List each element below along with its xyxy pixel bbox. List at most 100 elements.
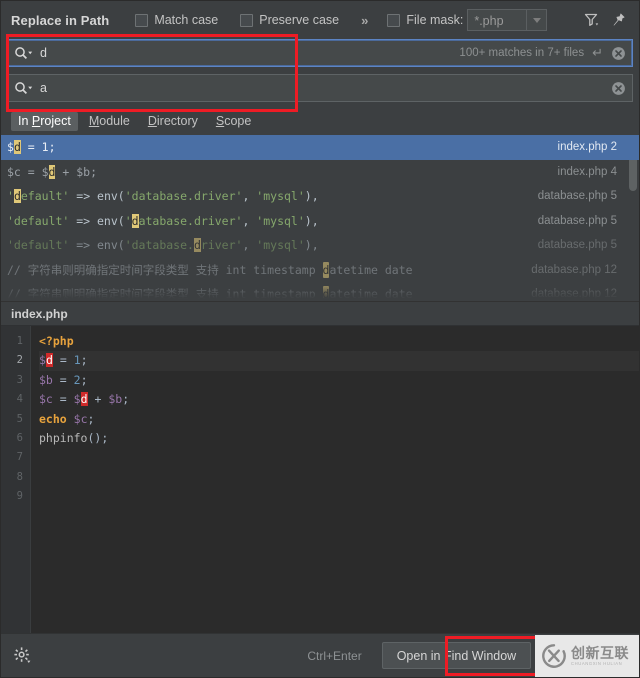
preserve-case-label: Preserve case — [259, 13, 340, 27]
line-number: 3 — [16, 373, 23, 386]
code-token: atetime date — [329, 262, 413, 277]
line-number: 5 — [16, 412, 23, 425]
code-line[interactable]: $c = $d + $b; — [39, 390, 639, 409]
code-line[interactable]: echo $c; — [39, 410, 639, 429]
table-row[interactable]: $c = $d + $b; index.php 4 — [1, 160, 639, 185]
search-input-value[interactable]: d — [36, 46, 47, 60]
file-mask-label: File mask: — [406, 13, 464, 27]
preserve-case-checkbox[interactable]: Preserve case — [240, 13, 339, 27]
replace-field-right — [611, 81, 626, 96]
code-token: 1 — [73, 353, 81, 368]
table-row[interactable]: 'default' => env('database.driver', 'mys… — [1, 209, 639, 234]
code-preview[interactable]: 123456789 <?php $d = 1; $b = 2; $c = $d + $… — [1, 326, 639, 633]
dialog-footer: Ctrl+Enter Open in Find Window Replace A… — [1, 633, 639, 677]
scope-tab-scope[interactable]: Scope — [209, 112, 258, 131]
scope-tab-in-project[interactable]: In Project — [11, 111, 78, 131]
match-case-checkbox-box[interactable] — [135, 13, 149, 27]
code-line[interactable]: <?php — [39, 332, 639, 351]
code-token: = — [59, 392, 67, 407]
table-row[interactable]: 'default' => env('database.driver', 'mys… — [1, 233, 639, 258]
code-token: ' — [7, 189, 14, 204]
search-field[interactable]: d 100+ matches in 7+ files ↵ — [7, 39, 633, 67]
code-token: (); — [87, 430, 109, 445]
code-token: <?php — [39, 334, 74, 348]
code-line[interactable]: $d = 1; — [39, 351, 639, 371]
preview-file-name: index.php — [11, 306, 68, 321]
result-code-snippet: 'default' => env('database.driver', 'mys… — [7, 238, 319, 253]
preview-file-header: index.php — [1, 302, 639, 326]
scope-tabs: In Project Module Directory Scope — [1, 109, 639, 135]
line-number: 4 — [16, 393, 23, 406]
code-token: $b — [39, 372, 53, 387]
code-token: , — [242, 189, 257, 204]
file-mask-combobox[interactable]: *.php — [467, 9, 548, 31]
code-token: $c — [39, 392, 53, 407]
result-file-location: index.php 4 — [557, 165, 617, 178]
code-line[interactable] — [39, 448, 639, 467]
code-token: 2 — [73, 372, 81, 387]
code-area[interactable]: <?php $d = 1; $b = 2; $c = $d + $b; echo $c;… — [31, 326, 639, 633]
file-mask-checkbox[interactable]: File mask: — [387, 13, 463, 27]
dialog-header: Replace in Path Match case Preserve case… — [1, 1, 639, 39]
code-token: // 字符串则明确指定时间字段类型 支持 int timestamp — [7, 262, 323, 277]
code-token: // 字符串则明确指定时间字段类型 支持 int timestamp — [7, 287, 323, 302]
code-token: $ — [39, 353, 46, 368]
settings-gear-icon[interactable] — [11, 645, 33, 667]
watermark-text: 创新互联 CHUANGXIN HULIAN — [571, 646, 629, 666]
match-highlight: d — [13, 189, 21, 204]
table-row[interactable]: 'default' => env('database.driver', 'mys… — [1, 184, 639, 209]
match-highlight: d — [131, 213, 139, 228]
file-mask-checkbox-box[interactable] — [387, 13, 401, 27]
table-row[interactable]: // 字符串则明确指定时间字段类型 支持 int timestamp datet… — [1, 258, 639, 283]
code-token: , — [242, 238, 257, 253]
code-token: $ — [73, 392, 81, 407]
preserve-case-checkbox-box[interactable] — [240, 13, 254, 27]
page-title: Replace in Path — [11, 12, 110, 28]
code-token: 'mysql' — [256, 189, 305, 204]
pin-icon[interactable] — [605, 7, 631, 33]
code-token: 'default' — [7, 213, 70, 228]
result-code-snippet: 'default' => env('database.driver', 'mys… — [7, 189, 319, 204]
filter-icon[interactable] — [579, 7, 605, 33]
line-number: 6 — [16, 432, 23, 445]
code-token: ' — [124, 213, 132, 228]
code-line[interactable] — [39, 487, 639, 506]
code-token: 'mysql' — [256, 238, 305, 253]
replace-search-icon[interactable] — [14, 79, 36, 97]
open-in-find-window-button[interactable]: Open in Find Window — [381, 642, 532, 669]
code-token: => env( — [69, 189, 125, 204]
more-options-chevrons-icon[interactable]: » — [361, 13, 368, 28]
line-number-gutter: 1 2 3 4 5 6 7 8 9 — [1, 326, 31, 633]
clear-search-icon[interactable] — [611, 46, 626, 61]
table-row[interactable]: $d = 1; index.php 2 — [1, 135, 639, 160]
scope-tab-module[interactable]: Module — [82, 112, 137, 131]
clear-replace-icon[interactable] — [611, 81, 626, 96]
code-token: $c — [73, 411, 88, 426]
match-case-checkbox[interactable]: Match case — [135, 13, 218, 27]
search-icon[interactable] — [14, 44, 36, 62]
replace-field[interactable]: a — [7, 74, 633, 102]
result-code-snippet: // 字符串则明确指定时间字段类型 支持 int timestamp datet… — [7, 286, 413, 302]
code-token: => env( — [69, 238, 125, 253]
chevron-down-icon[interactable] — [526, 10, 546, 30]
match-highlight: d — [193, 238, 201, 253]
result-file-location: index.php 2 — [557, 141, 617, 154]
search-results-list[interactable]: $d = 1; index.php 2 $c = $d + $b; index.php… — [1, 135, 639, 302]
line-number: 7 — [16, 451, 23, 464]
code-line[interactable]: phpinfo(); — [39, 429, 639, 448]
replace-highlight: d — [80, 392, 88, 407]
code-line[interactable] — [39, 468, 639, 487]
result-code-snippet: 'default' => env('database.driver', 'mys… — [7, 213, 319, 228]
code-token: ), — [304, 213, 319, 228]
code-token: 'database.driver' — [124, 189, 243, 204]
replace-input-value[interactable]: a — [36, 81, 47, 95]
code-line[interactable]: $b = 2; — [39, 371, 639, 390]
scope-tab-directory[interactable]: Directory — [141, 112, 205, 131]
file-mask-value: *.php — [474, 14, 504, 28]
table-row[interactable]: // 字符串则明确指定时间字段类型 支持 int timestamp datet… — [1, 282, 639, 302]
result-file-location: database.php 5 — [537, 214, 617, 227]
